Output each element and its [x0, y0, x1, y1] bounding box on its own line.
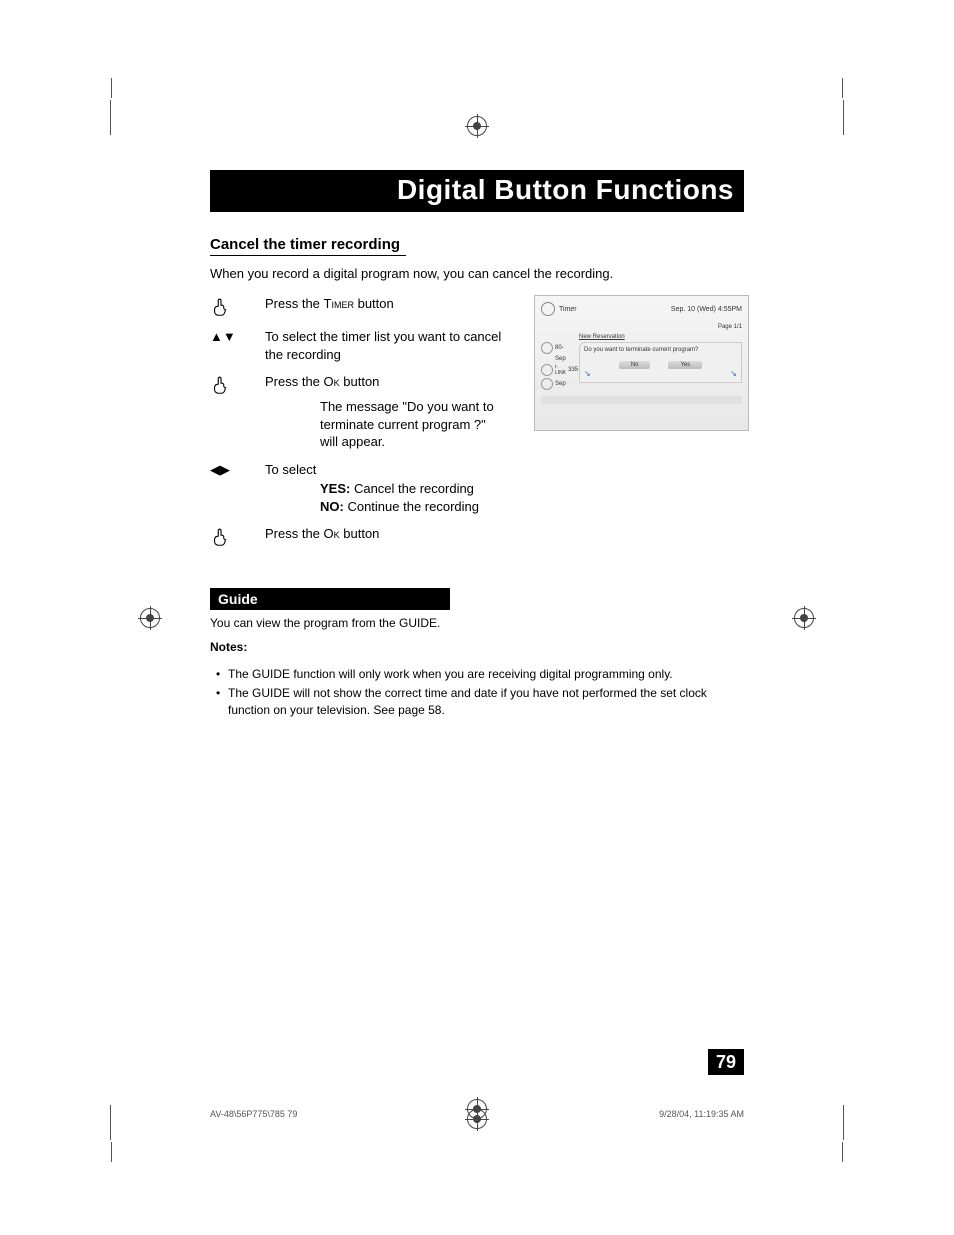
- no-label: NO:: [320, 499, 344, 514]
- footer: AV-48\56P775\785 79 9/28/04, 11:19:35 AM: [210, 1109, 744, 1119]
- fig-dialog: Do you want to terminate current program…: [579, 342, 742, 383]
- step-sub: YES: Cancel the recording: [210, 480, 744, 498]
- fig-side-text: 335: [568, 367, 578, 373]
- yes-label: YES:: [320, 481, 350, 496]
- fig-side-text: 80-: [555, 345, 564, 351]
- timer-screen-figure: Timer Sep. 10 (Wed) 4:55PM Page 1/1 80- …: [534, 295, 749, 431]
- note-item: The GUIDE will not show the correct time…: [216, 685, 744, 719]
- section-intro: When you record a digital program now, y…: [210, 266, 744, 281]
- no-text: Continue the recording: [344, 499, 479, 514]
- clock-icon: [541, 342, 553, 354]
- step-text: Press the Ok button: [265, 525, 744, 548]
- fig-stripe: [541, 396, 742, 404]
- page-title: Digital Button Functions: [210, 170, 744, 212]
- fig-date: Sep. 10 (Wed) 4:55PM: [671, 306, 742, 313]
- steps-block: Timer Sep. 10 (Wed) 4:55PM Page 1/1 80- …: [210, 295, 744, 548]
- crop-mark: [110, 1105, 131, 1140]
- press-hand-icon: [210, 373, 265, 396]
- step-row: ◀▶ To select: [210, 461, 744, 479]
- fig-side-text: i-LINK: [555, 364, 566, 376]
- fig-side-text: Sep: [555, 356, 566, 362]
- crop-mark: [823, 1105, 844, 1140]
- note-item: The GUIDE function will only work when y…: [216, 666, 744, 683]
- fig-yes-button: Yes: [668, 361, 702, 369]
- step-sub: NO: Continue the recording: [210, 498, 744, 516]
- section-title: Cancel the timer recording: [210, 236, 406, 256]
- press-hand-icon: [210, 525, 265, 548]
- question-icon: [541, 378, 553, 390]
- registration-mark-icon: [467, 116, 487, 136]
- clock-icon: [541, 302, 555, 316]
- notes-title: Notes:: [210, 640, 744, 654]
- fig-question: Do you want to terminate current program…: [584, 347, 737, 353]
- press-hand-icon: [210, 295, 265, 318]
- registration-mark-icon: [794, 608, 814, 628]
- fig-side-text: Sep: [555, 381, 566, 387]
- crop-mark: [823, 100, 844, 135]
- crop-mark: [110, 100, 131, 135]
- manual-page: Digital Button Functions Cancel the time…: [0, 0, 954, 1235]
- footer-left: AV-48\56P775\785 79: [210, 1109, 297, 1119]
- left-arrow-icon: ↘: [584, 369, 591, 378]
- step-text: To select: [265, 461, 744, 479]
- fig-new-reservation: New Reservation: [579, 334, 742, 340]
- fig-side: 80- Sep i-LINK335 Sep: [541, 334, 575, 392]
- registration-mark-icon: [140, 608, 160, 628]
- section-bar: Guide: [210, 588, 450, 610]
- registration-mark-icon: [467, 1109, 487, 1129]
- left-right-icon: ◀▶: [210, 461, 265, 479]
- up-down-icon: ▲▼: [210, 328, 265, 363]
- fig-no-button: No: [619, 361, 651, 369]
- right-arrow-icon: ↘: [730, 369, 737, 378]
- fig-page: Page 1/1: [541, 324, 742, 330]
- clock-icon: [541, 364, 553, 376]
- yes-text: Cancel the recording: [350, 481, 474, 496]
- step-row: Press the Ok button: [210, 525, 744, 548]
- fig-title: Timer: [559, 306, 577, 313]
- page-number: 79: [708, 1049, 744, 1075]
- notes-list: The GUIDE function will only work when y…: [210, 666, 744, 718]
- footer-right: 9/28/04, 11:19:35 AM: [659, 1109, 744, 1119]
- guide-intro: You can view the program from the GUIDE.: [210, 616, 744, 630]
